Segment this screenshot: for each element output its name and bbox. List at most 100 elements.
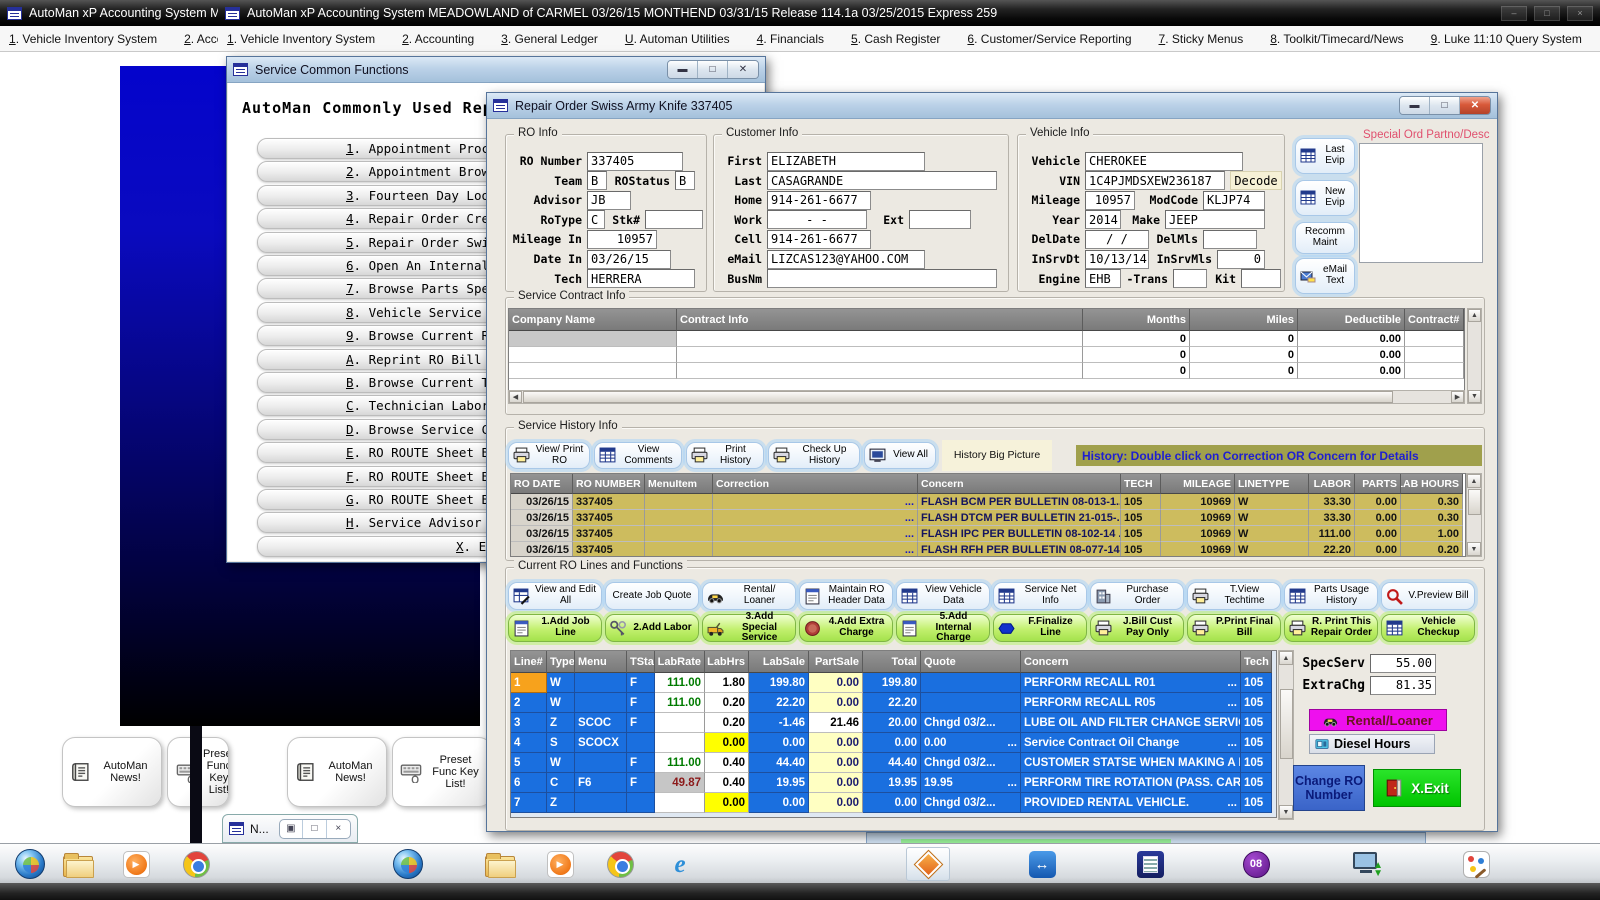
side-button-email-text[interactable]: eMail Text [1295, 258, 1355, 294]
ro-toolbar-f-finalize-line[interactable]: F.Finalize Line [993, 614, 1087, 642]
scroll-down-arrow[interactable]: ▼ [1468, 390, 1481, 403]
contract-hscrollbar[interactable]: ◀▶ [508, 390, 1465, 404]
ro-toolbar-parts-usage-history[interactable]: Parts Usage History [1284, 582, 1378, 610]
maximize-button[interactable]: □ [698, 61, 728, 78]
menu-item-7[interactable]: 6. Customer/Service Reporting [967, 32, 1131, 46]
ext-field[interactable] [909, 210, 971, 229]
insrvdt-field[interactable]: 10/13/14 [1085, 250, 1149, 269]
menu-item-5[interactable]: 4. Financials [757, 32, 824, 46]
ro-line-row[interactable]: 5WF111.000.4044.400.0044.40Chngd 03/2...… [511, 753, 1276, 773]
taskbar-fax-app-icon[interactable] [1128, 847, 1172, 881]
advisor-field[interactable]: JB [587, 191, 631, 210]
ro-toolbar-4-add-extra-charge[interactable]: 4.Add Extra Charge [799, 614, 893, 642]
ro-line-row[interactable]: 6CF6F49.870.4019.950.0019.9519.95...PERF… [511, 773, 1276, 793]
email-field[interactable]: LIZCAS123@YAHOO.COM [767, 250, 925, 269]
ro-toolbar-view-vehicle-data[interactable]: View Vehicle Data [896, 582, 990, 610]
delmls-field[interactable] [1203, 230, 1257, 249]
ro-toolbar-5-add-internal-charge[interactable]: 5.Add Internal Charge [896, 614, 990, 642]
bg-menu-item-1[interactable]: 1. Vehicle Inventory System [9, 32, 157, 46]
ro-lines-grid[interactable]: Line#TypeMenuTStatLabRateLabHrsLabSalePa… [510, 650, 1277, 818]
team-field[interactable]: B [587, 171, 607, 190]
work-field[interactable]: - - [767, 210, 867, 229]
rental-loaner-button[interactable]: Rental/Loaner [1309, 709, 1447, 731]
ro-line-row[interactable]: 1WF111.001.80199.800.00199.80PERFORM REC… [511, 673, 1276, 693]
menu-item-2[interactable]: 2. Accounting [402, 32, 474, 46]
ro-toolbar-maintain-ro-header-data[interactable]: Maintain RO Header Data [799, 582, 893, 610]
taskbar-chrome-icon[interactable] [174, 847, 218, 881]
history-row[interactable]: 03/26/15337405...FLASH RFH PER BULLETIN … [511, 542, 1465, 557]
minimize-button[interactable]: – [1501, 6, 1527, 21]
ro-toolbar-v-preview-bill[interactable]: V.Preview Bill [1381, 582, 1475, 610]
rostatus-field[interactable]: B [675, 171, 695, 190]
trans-field[interactable] [1173, 269, 1207, 288]
ro-toolbar-view-and-edit-all[interactable]: View and Edit All [508, 582, 602, 610]
scf-titlebar[interactable]: Service Common Functions ▬ □ ✕ [227, 57, 765, 83]
contract-row[interactable]: 000.00 [509, 331, 1464, 347]
taskbar-media-player-icon[interactable]: ▶ [114, 847, 158, 881]
maximize-button[interactable]: □ [1430, 97, 1460, 114]
menu-item-4[interactable]: U. Automan Utilities [625, 32, 730, 46]
engine-field[interactable]: EHB [1085, 269, 1121, 288]
decode-button[interactable]: Decode [1230, 171, 1282, 190]
ro_number-field[interactable]: 337405 [587, 152, 683, 171]
service-history-grid[interactable]: RO DATERO NUMBERMenuItemCorrectionConcer… [510, 473, 1466, 557]
taskbar-chrome-icon[interactable] [598, 847, 642, 881]
last-field[interactable]: CASAGRANDE [767, 171, 997, 190]
preset-func-key-button[interactable]: Preset Func Key List! [392, 737, 492, 807]
year-field[interactable]: 2014 [1085, 210, 1121, 229]
mileage-field[interactable]: 10957 [1085, 191, 1135, 210]
side-button-recomm-maint[interactable]: Recomm Maint [1295, 222, 1355, 254]
contract-vscrollbar[interactable]: ▲▼ [1467, 308, 1482, 404]
service-contract-grid[interactable]: Company NameContract InfoMonthsMilesDedu… [508, 308, 1465, 401]
scroll-thumb[interactable] [523, 391, 1393, 403]
ro-toolbar-t-view-techtime[interactable]: T.View Techtime [1187, 582, 1281, 610]
close-button[interactable]: ✕ [1460, 97, 1490, 114]
mileage_in-field[interactable]: 10957 [587, 230, 657, 249]
maximize-button[interactable]: □ [303, 820, 326, 838]
first-field[interactable]: ELIZABETH [767, 152, 925, 171]
ro-toolbar-vehicle-checkup[interactable]: Vehicle Checkup [1381, 614, 1475, 642]
history-row[interactable]: 03/26/15337405...FLASH IPC PER BULLETIN … [511, 526, 1465, 542]
ro-line-row[interactable]: 2WF111.000.2022.200.0022.20PERFORM RECAL… [511, 693, 1276, 713]
scroll-down-arrow[interactable]: ▼ [1467, 542, 1481, 556]
menu-item-10[interactable]: 9. Luke 11:10 Query System [1431, 32, 1582, 46]
taskbar-ie-icon[interactable]: e [658, 847, 702, 881]
automan-news-button[interactable]: AutoMan News! [62, 737, 162, 807]
side-button-last-evip[interactable]: Last Evip [1295, 138, 1355, 174]
menu-item-3[interactable]: 3. General Ledger [501, 32, 598, 46]
stk-field[interactable] [645, 210, 703, 229]
restore-button[interactable]: ▣ [280, 820, 303, 838]
minimized-window[interactable]: N... ▣ □ × [222, 814, 358, 843]
rotype-field[interactable]: C [587, 210, 605, 229]
minimize-button[interactable]: ▬ [668, 61, 698, 78]
history-row[interactable]: 03/26/15337405...FLASH BCM PER BULLETIN … [511, 494, 1465, 510]
scroll-up-arrow[interactable]: ▲ [1468, 309, 1481, 322]
diesel-hours-button[interactable]: Diesel Hours [1309, 734, 1435, 754]
busnm-field[interactable] [767, 269, 997, 288]
ro-line-row[interactable]: 4SSCOCX0.000.000.000.000.00...Service Co… [511, 733, 1276, 753]
taskbar-paint-icon[interactable] [1454, 847, 1498, 881]
scroll-down-arrow[interactable]: ▼ [1279, 805, 1293, 819]
ro-toolbar-p-print-final-bill[interactable]: P.Print Final Bill [1187, 614, 1281, 642]
ro-lines-vscrollbar[interactable]: ▲▼ [1278, 650, 1294, 820]
scroll-thumb[interactable] [1468, 489, 1481, 515]
taskbar-app-08-icon[interactable]: 08 [1234, 847, 1278, 881]
scroll-up-arrow[interactable]: ▲ [1279, 651, 1293, 665]
ro-toolbar-3-add-special-service[interactable]: 3.Add Special Service [702, 614, 796, 642]
exit-button[interactable]: X.Exit [1373, 769, 1461, 807]
close-button[interactable]: × [1567, 6, 1593, 21]
specserv-input[interactable]: 55.00 [1370, 654, 1436, 673]
history-row[interactable]: 03/26/15337405...FLASH DTCM PER BULLETIN… [511, 510, 1465, 526]
menu-item-1[interactable]: 1. Vehicle Inventory System [227, 32, 375, 46]
date_in-field[interactable]: 03/26/15 [587, 250, 671, 269]
automan-news-button[interactable]: AutoMan News! [287, 737, 387, 807]
taskbar-media-player-icon[interactable]: ▶ [538, 847, 582, 881]
ro-toolbar-2-add-labor[interactable]: 2.Add Labor [605, 614, 699, 642]
history-toolbar-view-print-ro[interactable]: View/ Print RO [508, 442, 590, 469]
taskbar-diamond-app-icon[interactable] [906, 847, 950, 881]
taskbar-teamviewer-icon[interactable]: ↔ [1020, 847, 1064, 881]
ro-toolbar-service-net-info[interactable]: Service Net Info [993, 582, 1087, 610]
history-toolbar-view-comments[interactable]: View Comments [594, 442, 682, 469]
home-field[interactable]: 914-261-6677 [767, 191, 871, 210]
scroll-left-arrow[interactable]: ◀ [509, 391, 522, 403]
